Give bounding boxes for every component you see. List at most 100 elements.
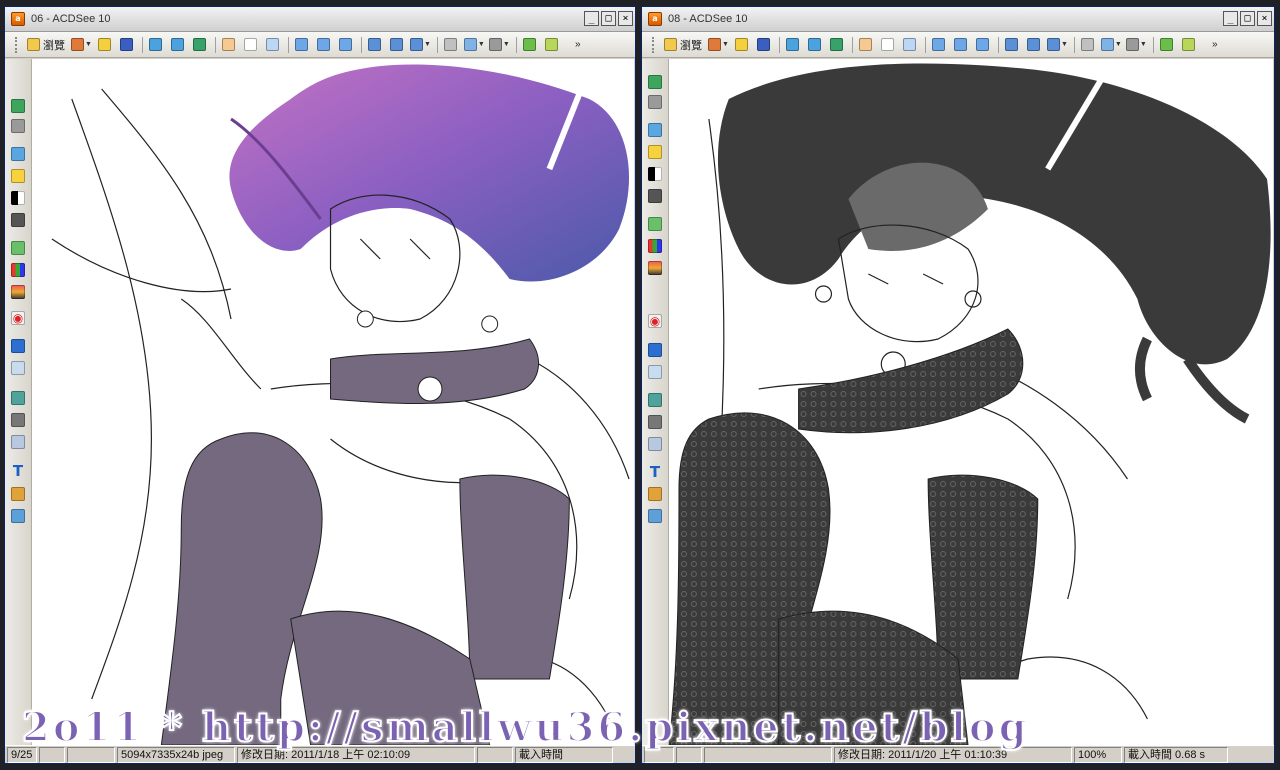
exposure-icon[interactable] <box>648 145 662 159</box>
save-button[interactable] <box>117 36 137 54</box>
tone-icon[interactable] <box>11 213 25 227</box>
rotate-left-button[interactable] <box>951 36 971 54</box>
effects-icon[interactable] <box>648 393 662 407</box>
settings-icon[interactable] <box>648 509 662 523</box>
open-button[interactable] <box>95 36 115 54</box>
zoom-dropdown-button[interactable]: ▼ <box>1046 36 1069 54</box>
title-bar[interactable]: a 08 - ACDSee 10 _ □ × <box>642 7 1274 32</box>
previous-image-icon <box>149 38 163 51</box>
effects-icon[interactable] <box>11 391 25 405</box>
undo-icon[interactable] <box>11 99 25 113</box>
color-balance-icon[interactable] <box>648 217 662 231</box>
edit-button[interactable]: ▼ <box>707 36 730 54</box>
crop-icon[interactable] <box>648 123 662 137</box>
settings-icon[interactable] <box>11 509 25 523</box>
edit-button[interactable]: ▼ <box>70 36 93 54</box>
previous-button[interactable] <box>146 36 166 54</box>
options-button[interactable]: ▼ <box>488 36 511 54</box>
auto-advance-button[interactable] <box>190 36 210 54</box>
maximize-button[interactable]: □ <box>601 11 616 26</box>
histogram-icon[interactable] <box>648 239 662 253</box>
send-button[interactable]: ▼ <box>1100 36 1123 54</box>
redo-icon[interactable] <box>11 119 25 133</box>
selection-tool-button[interactable] <box>878 36 898 54</box>
open-button[interactable] <box>732 36 752 54</box>
close-button[interactable]: × <box>1257 11 1272 26</box>
image-canvas[interactable] <box>32 59 634 745</box>
repair-icon[interactable] <box>11 487 25 501</box>
status-zoom: 100% <box>1074 746 1122 763</box>
print-button[interactable] <box>1078 36 1098 54</box>
crop-icon[interactable] <box>11 147 25 161</box>
undo-icon[interactable] <box>648 75 662 89</box>
zoom-out-button[interactable] <box>1024 36 1044 54</box>
share-button[interactable] <box>542 36 562 54</box>
rotate-right-button[interactable] <box>973 36 993 54</box>
previous-button[interactable] <box>783 36 803 54</box>
noise-icon[interactable] <box>11 285 25 299</box>
text-icon[interactable]: T <box>648 465 662 480</box>
zoom-dropdown-button[interactable]: ▼ <box>409 36 432 54</box>
maximize-button[interactable]: □ <box>1240 11 1255 26</box>
image-canvas[interactable] <box>669 59 1273 745</box>
minimize-button[interactable]: _ <box>584 11 599 26</box>
tone-icon[interactable] <box>648 189 662 203</box>
rotate-right-button[interactable] <box>336 36 356 54</box>
color-balance-icon[interactable] <box>11 241 25 255</box>
toolbar-overflow-button[interactable]: » <box>1205 36 1225 54</box>
levels-icon[interactable] <box>11 191 25 205</box>
options-button[interactable]: ▼ <box>1125 36 1148 54</box>
exposure-icon[interactable] <box>11 169 25 183</box>
export-button[interactable] <box>520 36 540 54</box>
print-button[interactable] <box>441 36 461 54</box>
close-button[interactable]: × <box>618 11 633 26</box>
auto-advance-button[interactable] <box>827 36 847 54</box>
hand-tool-button[interactable] <box>856 36 876 54</box>
fit-image-button[interactable] <box>292 36 312 54</box>
acdsee-app-icon[interactable]: a <box>11 12 25 26</box>
zoom-tool-button[interactable] <box>263 36 283 54</box>
zoom-dropdown-icon <box>1046 38 1060 51</box>
zoom-out-button[interactable] <box>387 36 407 54</box>
clone-icon[interactable] <box>11 435 25 449</box>
browse-button[interactable]: 瀏覽 <box>24 36 68 54</box>
red-eye-icon[interactable]: ◉ <box>11 311 25 325</box>
next-button[interactable] <box>168 36 188 54</box>
rotate-icon[interactable] <box>648 415 662 429</box>
blur-icon[interactable] <box>11 361 25 375</box>
open-folder-icon <box>735 38 749 51</box>
send-button[interactable]: ▼ <box>463 36 486 54</box>
acdsee-app-icon[interactable]: a <box>648 12 662 26</box>
toolbar-grip[interactable] <box>652 36 657 53</box>
hand-tool-button[interactable] <box>219 36 239 54</box>
repair-icon[interactable] <box>648 487 662 501</box>
text-icon[interactable]: T <box>11 464 25 479</box>
blur-icon[interactable] <box>648 365 662 379</box>
legs-shape <box>160 432 323 745</box>
title-bar[interactable]: a 06 - ACDSee 10 _ □ × <box>5 7 635 32</box>
share-button[interactable] <box>1179 36 1199 54</box>
histogram-icon[interactable] <box>11 263 25 277</box>
zoom-out-icon <box>1027 38 1041 51</box>
fit-image-button[interactable] <box>929 36 949 54</box>
save-button[interactable] <box>754 36 774 54</box>
selection-tool-button[interactable] <box>241 36 261 54</box>
zoom-in-button[interactable] <box>365 36 385 54</box>
next-button[interactable] <box>805 36 825 54</box>
rotate-icon[interactable] <box>11 413 25 427</box>
toolbar-overflow-button[interactable]: » <box>568 36 588 54</box>
rotate-left-button[interactable] <box>314 36 334 54</box>
levels-icon[interactable] <box>648 167 662 181</box>
minimize-button[interactable]: _ <box>1223 11 1238 26</box>
sharpen-icon[interactable] <box>11 339 25 353</box>
noise-icon[interactable] <box>648 261 662 275</box>
redo-icon[interactable] <box>648 95 662 109</box>
red-eye-icon[interactable]: ◉ <box>648 314 662 328</box>
browse-button[interactable]: 瀏覽 <box>661 36 705 54</box>
zoom-in-button[interactable] <box>1002 36 1022 54</box>
clone-icon[interactable] <box>648 437 662 451</box>
sharpen-icon[interactable] <box>648 343 662 357</box>
zoom-tool-button[interactable] <box>900 36 920 54</box>
export-button[interactable] <box>1157 36 1177 54</box>
toolbar-grip[interactable] <box>15 36 20 53</box>
